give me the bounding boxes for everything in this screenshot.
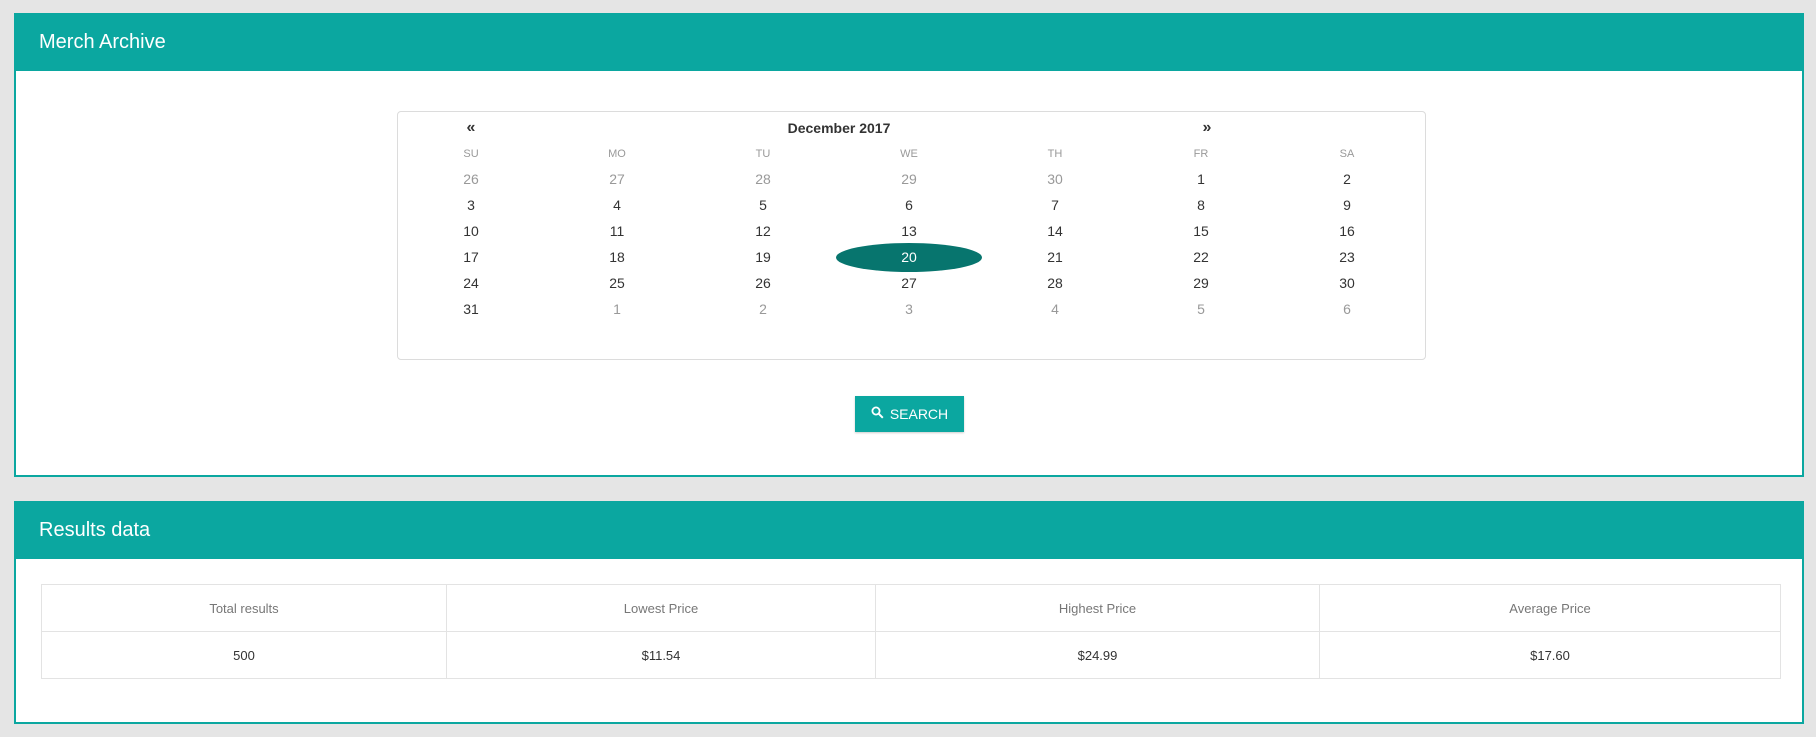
value-total-results: 500	[41, 631, 447, 679]
header-total-results: Total results	[41, 584, 447, 632]
results-table: Total results Lowest Price Highest Price…	[41, 584, 1781, 679]
calendar-day-number: 20	[901, 249, 917, 265]
results-header-row: Total results Lowest Price Highest Price…	[41, 584, 1781, 632]
value-highest-price: $24.99	[875, 631, 1320, 679]
panel-title: Merch Archive	[14, 13, 1804, 71]
search-button-label: SEARCH	[889, 406, 949, 422]
panel-title: Results data	[14, 501, 1804, 559]
calendar-day[interactable]: 2	[690, 294, 836, 324]
search-icon	[871, 406, 884, 422]
header-lowest-price: Lowest Price	[446, 584, 876, 632]
results-data-panel: Results data Total results Lowest Price …	[14, 501, 1804, 724]
calendar-week-row: 31 1 2 3 4 5 6	[398, 294, 1425, 324]
calendar-day[interactable]: 4	[982, 294, 1128, 324]
calendar-day[interactable]: 1	[544, 294, 690, 324]
value-lowest-price: $11.54	[446, 631, 876, 679]
header-average-price: Average Price	[1319, 584, 1781, 632]
results-value-row: 500 $11.54 $24.99 $17.60	[41, 631, 1781, 679]
calendar-day[interactable]: 3	[836, 294, 982, 324]
merch-archive-panel: Merch Archive « December 2017 » SU MO TU WE…	[14, 13, 1804, 477]
calendar-day[interactable]: 6	[1274, 294, 1420, 324]
date-picker-calendar: « December 2017 » SU MO TU WE TH FR SA 26 27 28 2…	[397, 111, 1426, 360]
value-average-price: $17.60	[1319, 631, 1781, 679]
search-button[interactable]: SEARCH	[855, 396, 964, 432]
header-highest-price: Highest Price	[875, 584, 1320, 632]
calendar-day[interactable]: 31	[398, 294, 544, 324]
calendar-day[interactable]: 5	[1128, 294, 1274, 324]
